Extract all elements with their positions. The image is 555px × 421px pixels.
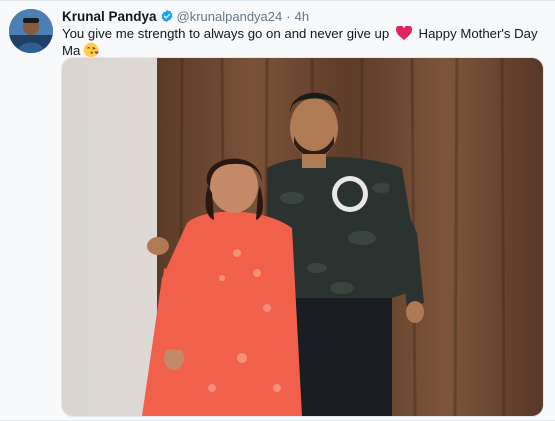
tweet-timestamp[interactable]: 4h <box>295 9 309 24</box>
author-name[interactable]: Krunal Pandya <box>62 9 157 24</box>
author-handle[interactable]: @krunalpandya24 <box>177 9 283 24</box>
verified-badge-icon <box>160 9 174 23</box>
tweet-text: You give me strength to always go on and… <box>62 25 542 59</box>
heart-icon <box>395 25 412 40</box>
separator-dot: · <box>286 8 291 24</box>
tweet-text-main: You give me strength to always go on and… <box>62 26 393 41</box>
avatar[interactable] <box>9 9 53 53</box>
tweet-card[interactable]: Krunal Pandya @krunalpandya24 · 4h You g… <box>0 0 555 421</box>
kiss-icon <box>83 42 99 58</box>
tweet-header: Krunal Pandya @krunalpandya24 · 4h <box>62 7 309 25</box>
tweet-photo[interactable] <box>61 57 544 417</box>
